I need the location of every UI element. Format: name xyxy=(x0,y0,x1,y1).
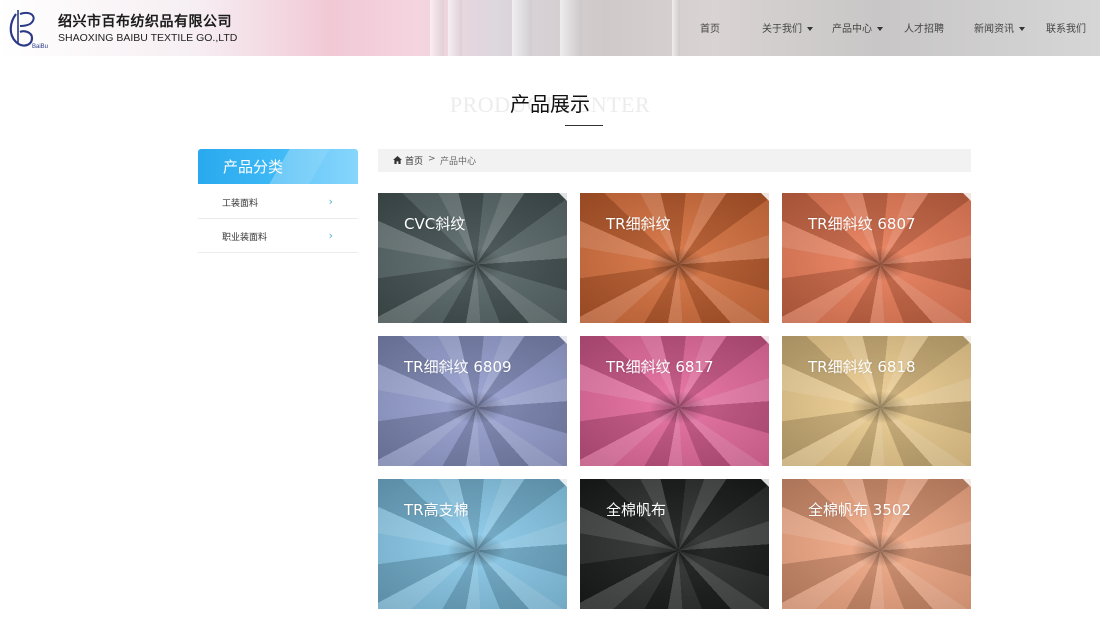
corner-fold xyxy=(761,479,769,487)
corner-fold xyxy=(559,193,567,201)
sidebar-item-workwear-fabric[interactable]: 工装面料 › xyxy=(198,185,358,219)
company-logo[interactable]: BaiBu xyxy=(6,8,50,50)
corner-fold xyxy=(559,479,567,487)
nav-item-contact[interactable]: 联系我们 xyxy=(1046,20,1086,35)
product-card[interactable]: TR细斜纹 6807 xyxy=(782,193,971,323)
product-name: TR高支棉 xyxy=(404,501,469,519)
home-icon xyxy=(393,156,402,164)
nav-label: 产品中心 xyxy=(832,24,872,35)
product-name: TR细斜纹 6817 xyxy=(606,358,714,376)
fabric-roll-decoration xyxy=(448,0,462,56)
corner-fold xyxy=(761,193,769,201)
fabric-roll-decoration xyxy=(672,0,680,56)
corner-fold xyxy=(559,336,567,344)
nav-label: 新闻资讯 xyxy=(974,24,1014,35)
breadcrumb-home-link[interactable]: 首页 xyxy=(405,154,423,167)
chevron-down-icon xyxy=(1019,27,1025,31)
fabric-roll-decoration xyxy=(560,0,582,56)
sidebar-item-label: 职业装面料 xyxy=(222,233,268,243)
nav-label: 人才招聘 xyxy=(904,24,944,35)
nav-item-news[interactable]: 新闻资讯 xyxy=(974,20,1025,35)
product-card[interactable]: CVC斜纹 xyxy=(378,193,567,323)
nav-item-home[interactable]: 首页 xyxy=(700,20,720,35)
corner-fold xyxy=(963,336,971,344)
corner-fold xyxy=(963,193,971,201)
nav-label: 联系我们 xyxy=(1046,24,1086,35)
sidebar-item-label: 工装面料 xyxy=(222,199,259,209)
page-title: 产品展示 xyxy=(510,92,590,116)
product-name: 全棉帆布 3502 xyxy=(808,501,911,519)
chevron-right-icon: › xyxy=(328,195,333,208)
corner-fold xyxy=(761,336,769,344)
fabric-roll-decoration xyxy=(512,0,532,56)
company-name-cn: 绍兴市百布纺织品有限公司 xyxy=(58,14,232,30)
product-name: TR细斜纹 6809 xyxy=(404,358,512,376)
product-card[interactable]: TR细斜纹 6818 xyxy=(782,336,971,466)
breadcrumb-current[interactable]: 产品中心 xyxy=(440,154,476,167)
sidebar-heading-label: 产品分类 xyxy=(223,158,284,176)
breadcrumb-separator: > xyxy=(428,154,436,164)
product-name: 全棉帆布 xyxy=(606,501,667,519)
fabric-roll-decoration xyxy=(430,0,444,56)
site-header: BaiBu 绍兴市百布纺织品有限公司 SHAOXING BAIBU TEXTIL… xyxy=(0,0,1100,56)
product-card[interactable]: TR细斜纹 6809 xyxy=(378,336,567,466)
product-name: TR细斜纹 xyxy=(606,215,671,233)
title-underline xyxy=(565,125,603,126)
product-name: TR细斜纹 6818 xyxy=(808,358,916,376)
product-card[interactable]: 全棉帆布 3502 xyxy=(782,479,971,609)
nav-label: 首页 xyxy=(700,24,720,35)
nav-item-careers[interactable]: 人才招聘 xyxy=(904,20,944,35)
product-name: TR细斜纹 6807 xyxy=(808,215,916,233)
product-card[interactable]: 全棉帆布 xyxy=(580,479,769,609)
sidebar-item-uniform-fabric[interactable]: 职业装面料 › xyxy=(198,219,358,253)
logo-text: BaiBu xyxy=(32,44,48,50)
sidebar-heading: 产品分类 xyxy=(198,149,358,184)
company-name-en: SHAOXING BAIBU TEXTILE GO.,LTD xyxy=(58,32,238,44)
chevron-down-icon xyxy=(807,27,813,31)
nav-label: 关于我们 xyxy=(762,24,802,35)
corner-fold xyxy=(963,479,971,487)
chevron-right-icon: › xyxy=(328,229,333,242)
chevron-down-icon xyxy=(877,27,883,31)
nav-item-products[interactable]: 产品中心 xyxy=(832,20,883,35)
product-card[interactable]: TR细斜纹 xyxy=(580,193,769,323)
product-card[interactable]: TR高支棉 xyxy=(378,479,567,609)
product-name: CVC斜纹 xyxy=(404,215,466,233)
breadcrumb: 首页 > 产品中心 xyxy=(378,149,971,172)
nav-item-about[interactable]: 关于我们 xyxy=(762,20,813,35)
product-card[interactable]: TR细斜纹 6817 xyxy=(580,336,769,466)
